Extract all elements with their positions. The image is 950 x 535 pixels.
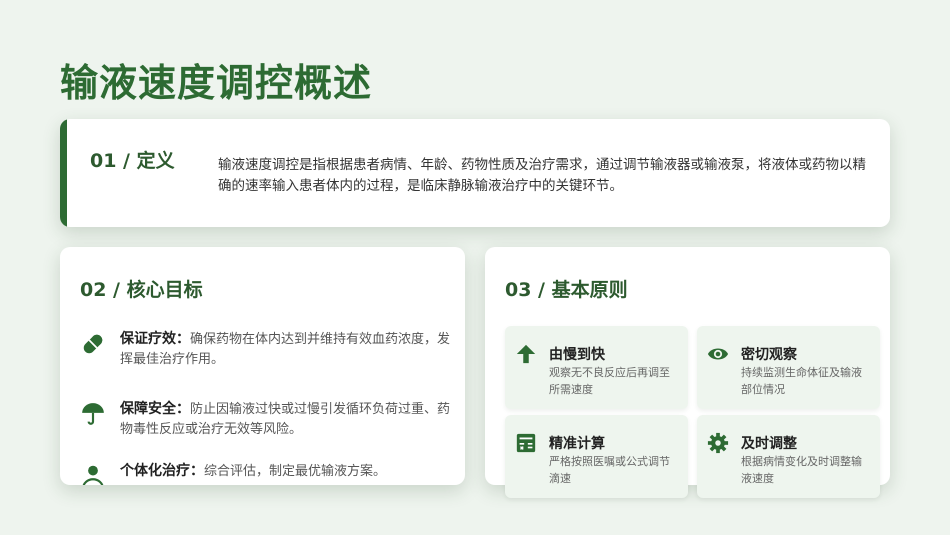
section-number: 03 / [505, 279, 545, 301]
goal-title: 保证疗效： [120, 331, 190, 347]
definition-card: 01 / 定义 输液速度调控是指根据患者病情、年龄、药物性质及治疗需求，通过调节… [60, 119, 890, 227]
principle-tile-slow-to-fast: 由慢到快 观察无不良反应后再调至所需速度 [505, 326, 688, 409]
principles-card: 03 / 基本原则 由慢到快 观察无不良反应后再调至所需速度 密切观察 持续监测… [485, 247, 890, 498]
principle-tile-calculate: 精准计算 严格按照医嘱或公式调节滴速 [505, 415, 688, 498]
section-title: 定义 [136, 150, 175, 172]
goals-card: 02 / 核心目标 保证疗效：确保药物在体内达到并维持有效血药浓度，发挥最佳治疗… [60, 247, 465, 485]
calculator-icon [516, 433, 536, 453]
eye-icon [707, 348, 729, 360]
principle-text: 观察无不良反应后再调至所需速度 [549, 366, 670, 396]
gear-icon [707, 432, 729, 454]
section-number: 02 / [80, 279, 120, 301]
goals-heading: 02 / 核心目标 [80, 275, 203, 302]
goal-title: 保障安全： [120, 401, 190, 417]
principles-heading: 03 / 基本原则 [505, 275, 628, 302]
principle-tile-observe: 密切观察 持续监测生命体征及输液部位情况 [697, 326, 880, 409]
umbrella-icon [82, 403, 104, 425]
goal-item-safety: 保障安全：防止因输液过快或过慢引发循环负荷过重、药物毒性反应或治疗无效等风险。 [80, 399, 450, 440]
section-title: 基本原则 [551, 279, 628, 301]
pill-icon [83, 334, 103, 354]
principle-title: 精准计算 [549, 436, 605, 452]
principle-text: 持续监测生命体征及输液部位情况 [741, 366, 862, 396]
arrow-up-icon [516, 344, 536, 364]
principle-title: 密切观察 [741, 347, 797, 363]
principle-title: 及时调整 [741, 436, 797, 452]
goal-item-efficacy: 保证疗效：确保药物在体内达到并维持有效血药浓度，发挥最佳治疗作用。 [80, 329, 450, 370]
principle-text: 根据病情变化及时调整输液速度 [741, 455, 862, 485]
section-number: 01 / [90, 150, 130, 172]
section-title: 核心目标 [126, 279, 203, 301]
definition-heading: 01 / 定义 [90, 146, 175, 173]
user-icon [82, 465, 104, 485]
goal-item-personalized: 个体化治疗：综合评估，制定最优输液方案。 [80, 461, 450, 485]
principle-tile-adjust: 及时调整 根据病情变化及时调整输液速度 [697, 415, 880, 498]
principle-text: 严格按照医嘱或公式调节滴速 [549, 455, 670, 485]
page-title: 输液速度调控概述 [60, 61, 373, 105]
principle-title: 由慢到快 [549, 347, 605, 363]
goal-text: 综合评估，制定最优输液方案。 [204, 464, 387, 479]
accent-bar [60, 119, 67, 227]
definition-text: 输液速度调控是指根据患者病情、年龄、药物性质及治疗需求，通过调节输液器或输液泵，… [218, 157, 866, 194]
goal-title: 个体化治疗： [120, 463, 204, 479]
